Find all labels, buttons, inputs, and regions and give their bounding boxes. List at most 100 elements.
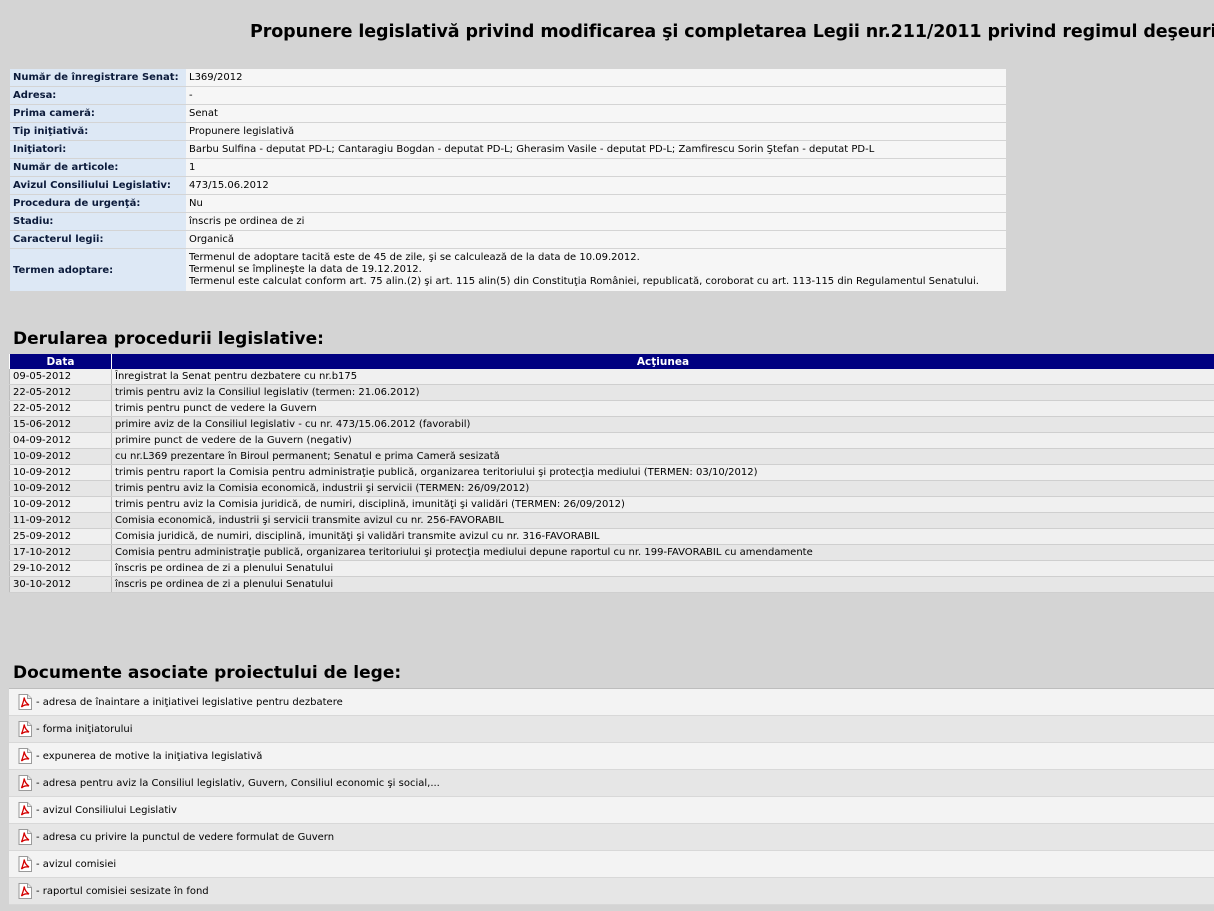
row-action: înscris pe ordinea de zi a plenului Sena… [111,560,1214,577]
info-value: Nu [186,195,1006,212]
pdf-icon[interactable] [18,856,32,872]
info-row: Caracterul legii: Organică [10,231,1006,248]
row-date: 11-09-2012 [9,512,112,529]
info-label: Termen adoptare: [10,249,186,291]
document-label[interactable]: - forma iniţiatorului [36,724,133,735]
pdf-icon[interactable] [18,694,32,710]
document-link[interactable]: - avizul comisiei [9,851,1214,878]
row-date: 15-06-2012 [9,416,112,433]
table-row: 30-10-2012 înscris pe ordinea de zi a ple… [9,576,1214,593]
info-label: Stadiu: [10,213,186,230]
table-row: 29-10-2012 înscris pe ordinea de zi a ple… [9,560,1214,577]
row-action: Comisia juridică, de numiri, disciplină,… [111,528,1214,545]
pdf-icon[interactable] [18,883,32,899]
info-value: înscris pe ordinea de zi [186,213,1006,230]
document-label[interactable]: - avizul comisiei [36,859,116,870]
row-action: trimis pentru aviz la Consiliul legislat… [111,384,1214,401]
table-row: 17-10-2012 Comisia pentru administraţie p… [9,544,1214,561]
info-value: - [186,87,1006,104]
row-action: primire aviz de la Consiliul legislativ … [111,416,1214,433]
pdf-icon[interactable] [18,802,32,818]
row-action: trimis pentru aviz la Comisia economică,… [111,480,1214,497]
column-header-date: Data [9,354,112,369]
info-value: 473/15.06.2012 [186,177,1006,194]
column-header-action: Acţiunea [111,354,1214,369]
row-action: trimis pentru raport la Comisia pentru a… [111,464,1214,481]
document-label[interactable]: - raportul comisiei sesizate în fond [36,886,209,897]
info-label: Prima cameră: [10,105,186,122]
pdf-icon[interactable] [18,721,32,737]
document-label[interactable]: - adresa de înaintare a iniţiativei legi… [36,697,343,708]
table-row: 11-09-2012 Comisia economică, industrii ş… [9,512,1214,529]
document-link[interactable]: - adresa de înaintare a iniţiativei legi… [9,689,1214,716]
document-label[interactable]: - avizul Consiliului Legislativ [36,805,177,816]
document-label[interactable]: - adresa cu privire la punctul de vedere… [36,832,334,843]
row-date: 04-09-2012 [9,432,112,449]
info-value: Senat [186,105,1006,122]
row-action: trimis pentru aviz la Comisia juridică, … [111,496,1214,513]
documents-list: - adresa de înaintare a iniţiativei legi… [9,688,1214,905]
row-action: înscris pe ordinea de zi a plenului Sena… [111,576,1214,593]
table-row: 22-05-2012 trimis pentru punct de vedere … [9,400,1214,417]
termen-line: Termenul se împlineşte la data de 19.12.… [189,264,422,275]
termen-line: Termenul este calculat conform art. 75 a… [189,276,979,287]
row-date: 10-09-2012 [9,480,112,497]
row-date: 10-09-2012 [9,448,112,465]
termen-line: Termenul de adoptare tacită este de 45 d… [189,252,640,263]
document-label[interactable]: - adresa pentru aviz la Consiliul legisl… [36,778,440,789]
table-row: 04-09-2012 primire punct de vedere de la … [9,432,1214,449]
row-date: 22-05-2012 [9,384,112,401]
info-label: Adresa: [10,87,186,104]
info-row: Adresa: - [10,87,1006,104]
table-row: 15-06-2012 primire aviz de la Consiliul l… [9,416,1214,433]
info-label: Caracterul legii: [10,231,186,248]
pdf-icon[interactable] [18,775,32,791]
info-value: 1 [186,159,1006,176]
table-row: 10-09-2012 trimis pentru aviz la Comisia … [9,496,1214,513]
row-action: primire punct de vedere de la Guvern (ne… [111,432,1214,449]
table-row: 25-09-2012 Comisia juridică, de numiri, d… [9,528,1214,545]
info-table: Număr de înregistrare Senat: L369/2012 Adr… [10,68,1006,292]
info-value-termen: Termenul de adoptare tacită este de 45 d… [186,249,1006,291]
info-row: Avizul Consiliului Legislativ: 473/15.06.… [10,177,1006,194]
info-label: Procedura de urgenţă: [10,195,186,212]
table-row: 10-09-2012 cu nr.L369 prezentare în Birou… [9,448,1214,465]
document-link[interactable]: - raportul comisiei sesizate în fond [9,878,1214,905]
info-value: L369/2012 [186,69,1006,86]
row-date: 25-09-2012 [9,528,112,545]
document-link[interactable]: - adresa cu privire la punctul de vedere… [9,824,1214,851]
row-date: 17-10-2012 [9,544,112,561]
row-action: Înregistrat la Senat pentru dezbatere cu… [111,369,1214,385]
info-row: Iniţiatori: Barbu Sulfina - deputat PD-L;… [10,141,1006,158]
info-row: Procedura de urgenţă: Nu [10,195,1006,212]
row-date: 22-05-2012 [9,400,112,417]
row-date: 10-09-2012 [9,464,112,481]
document-link[interactable]: - avizul Consiliului Legislativ [9,797,1214,824]
info-row: Stadiu: înscris pe ordinea de zi [10,213,1006,230]
pdf-icon[interactable] [18,829,32,845]
document-link[interactable]: - forma iniţiatorului [9,716,1214,743]
info-row-termen: Termen adoptare: Termenul de adoptare tac… [10,249,1006,291]
info-row: Număr de articole: 1 [10,159,1006,176]
info-row: Prima cameră: Senat [10,105,1006,122]
row-date: 30-10-2012 [9,576,112,593]
row-date: 10-09-2012 [9,496,112,513]
info-label: Avizul Consiliului Legislativ: [10,177,186,194]
pdf-icon[interactable] [18,748,32,764]
table-row: 22-05-2012 trimis pentru aviz la Consiliu… [9,384,1214,401]
info-value: Propunere legislativă [186,123,1006,140]
info-row: Tip iniţiativă: Propunere legislativă [10,123,1006,140]
row-action: Comisia pentru administraţie publică, or… [111,544,1214,561]
procedure-heading: Derularea procedurii legislative: [13,329,324,349]
table-row: 10-09-2012 trimis pentru raport la Comisi… [9,464,1214,481]
info-label: Număr de înregistrare Senat: [10,69,186,86]
info-label: Tip iniţiativă: [10,123,186,140]
document-label[interactable]: - expunerea de motive la iniţiativa legi… [36,751,262,762]
info-row: Număr de înregistrare Senat: L369/2012 [10,69,1006,86]
document-link[interactable]: - adresa pentru aviz la Consiliul legisl… [9,770,1214,797]
document-link[interactable]: - expunerea de motive la iniţiativa legi… [9,743,1214,770]
row-action: trimis pentru punct de vedere la Guvern [111,400,1214,417]
info-value: Organică [186,231,1006,248]
procedure-table: Data Acţiunea 09-05-2012 Înregistrat la S… [9,354,1214,593]
documents-heading: Documente asociate proiectului de lege: [13,663,402,683]
